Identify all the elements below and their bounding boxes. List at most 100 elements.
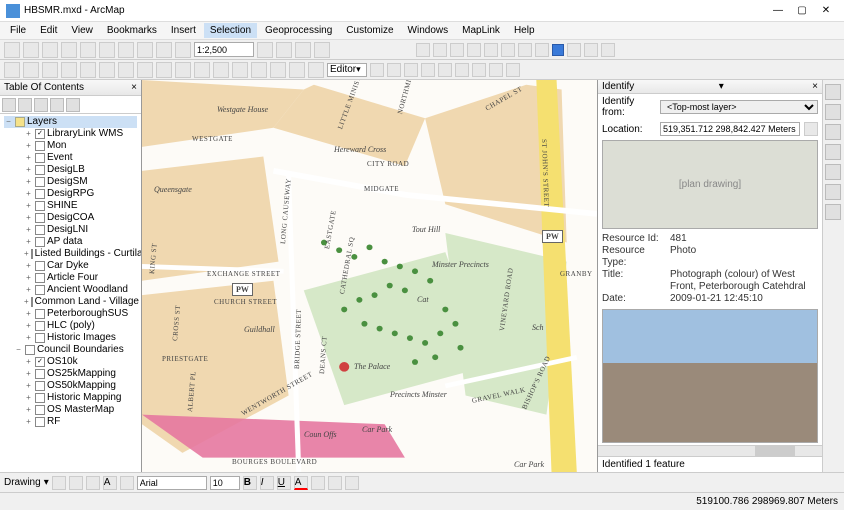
underline-button[interactable]: U [277,476,291,490]
reshape-icon[interactable] [404,63,418,77]
new-button[interactable] [4,42,20,58]
split-icon[interactable] [438,63,452,77]
next-extent-icon[interactable] [137,62,153,78]
print-button[interactable] [61,42,77,58]
pan-icon[interactable] [42,62,58,78]
toc-root-layers[interactable]: − Layers [4,116,137,128]
catalog-button[interactable] [257,42,273,58]
zoom-out-icon[interactable] [23,62,39,78]
attributes-icon[interactable] [472,63,486,77]
identify-hscroll[interactable] [598,445,822,456]
select-elements-icon[interactable] [52,476,66,490]
location-input[interactable] [660,122,800,136]
toc-item[interactable]: +AP data [4,236,137,248]
search-button[interactable] [276,42,292,58]
search-tab-icon[interactable] [825,104,841,120]
hyperlink-icon[interactable] [270,62,286,78]
clear-selection-icon[interactable] [175,62,191,78]
toc-item[interactable]: +DesigSM [4,176,137,188]
toc-item[interactable]: +Historic Mapping [4,392,137,404]
fill-color-icon[interactable] [311,476,325,490]
sel5-icon[interactable] [484,43,498,57]
toc-item[interactable]: +OS MasterMap [4,404,137,416]
toc-list-by-drawing-icon[interactable] [2,98,16,112]
toc-tree[interactable]: − Layers +LibraryLink WMS+Mon+Event+Desi… [0,114,141,472]
bold-button[interactable]: B [243,476,257,490]
sel3-icon[interactable] [450,43,464,57]
draw-text-icon[interactable]: A [103,476,117,490]
menu-maplink[interactable]: MapLink [456,23,506,38]
time-slider-icon[interactable] [308,62,324,78]
draw-rectangle-icon[interactable] [86,476,100,490]
toc-item[interactable]: +Car Dyke [4,260,137,272]
sketch-icon[interactable] [489,63,503,77]
menu-file[interactable]: File [4,23,32,38]
prev-extent-icon[interactable] [118,62,134,78]
edit-vertices-draw-icon[interactable] [120,476,134,490]
close-button[interactable]: ✕ [814,2,838,20]
font-color-icon[interactable]: A [294,476,308,490]
italic-button[interactable]: I [260,476,274,490]
other-tab-icon[interactable] [825,204,841,220]
select-chain-icon[interactable] [416,43,430,57]
select-features-icon[interactable] [156,62,172,78]
toc-item[interactable]: +PeterboroughSUS [4,308,137,320]
menu-geoprocessing[interactable]: Geoprocessing [259,23,338,38]
snapping-icon[interactable] [825,184,841,200]
editor-dropdown[interactable]: Editor ▾ [327,63,367,77]
add-data-button[interactable] [175,42,191,58]
toc-item[interactable]: +DesigRPG [4,188,137,200]
toc-item[interactable]: +Ancient Woodland [4,284,137,296]
map-canvas[interactable]: Westgate HouseWESTGATEHereward CrossCITY… [142,80,597,472]
sel9-icon[interactable] [567,43,581,57]
toc-item[interactable]: +Historic Images [4,332,137,344]
catalog-tab-icon[interactable] [825,84,841,100]
edit-vertices-icon[interactable] [387,63,401,77]
cut-poly-icon[interactable] [421,63,435,77]
menu-edit[interactable]: Edit [34,23,63,38]
toolbox-button[interactable] [295,42,311,58]
toc-item[interactable]: +DesigLNI [4,224,137,236]
menu-customize[interactable]: Customize [340,23,399,38]
toc-item[interactable]: +HLC (poly) [4,320,137,332]
font-select[interactable] [137,476,207,490]
undo-button[interactable] [137,42,153,58]
full-extent-icon[interactable] [61,62,77,78]
identify-from-select[interactable]: <Top-most layer> [660,100,818,114]
maximize-button[interactable]: ▢ [790,2,814,20]
menu-selection[interactable]: Selection [204,23,257,38]
cut-button[interactable] [80,42,96,58]
toc-item[interactable]: +Mon [4,140,137,152]
toc-list-by-source-icon[interactable] [18,98,32,112]
toc-item[interactable]: +OS10k [4,356,137,368]
minimize-button[interactable]: — [766,2,790,20]
copy-button[interactable] [99,42,115,58]
tool-highlight[interactable] [552,44,564,56]
menu-help[interactable]: Help [508,23,541,38]
goto-xy-icon[interactable] [232,62,248,78]
sel7-icon[interactable] [518,43,532,57]
rotate-icon[interactable] [455,63,469,77]
toc-options-icon[interactable] [66,98,80,112]
toc-item[interactable]: +Common Land - Village Greens [4,296,137,308]
find-icon[interactable] [213,62,229,78]
save-button[interactable] [42,42,58,58]
toc-list-by-visibility-icon[interactable] [34,98,48,112]
identify-icon[interactable] [194,62,210,78]
location-flash-icon[interactable] [804,122,818,136]
toc-item[interactable]: +DesigLB [4,164,137,176]
scale-input[interactable] [194,42,254,57]
paste-button[interactable] [118,42,134,58]
menu-view[interactable]: View [65,23,99,38]
rotate-element-icon[interactable] [69,476,83,490]
identify-pin-icon[interactable]: ▾ [719,81,724,92]
python-button[interactable] [314,42,330,58]
menu-windows[interactable]: Windows [402,23,455,38]
results-icon[interactable] [825,164,841,180]
toc-item[interactable]: +DesigCOA [4,212,137,224]
toc-item[interactable]: +OS50kMapping [4,380,137,392]
toc-item[interactable]: +Article Four [4,272,137,284]
toc-item[interactable]: +RF [4,416,137,428]
edit-tool-icon[interactable] [370,63,384,77]
menu-insert[interactable]: Insert [165,23,202,38]
